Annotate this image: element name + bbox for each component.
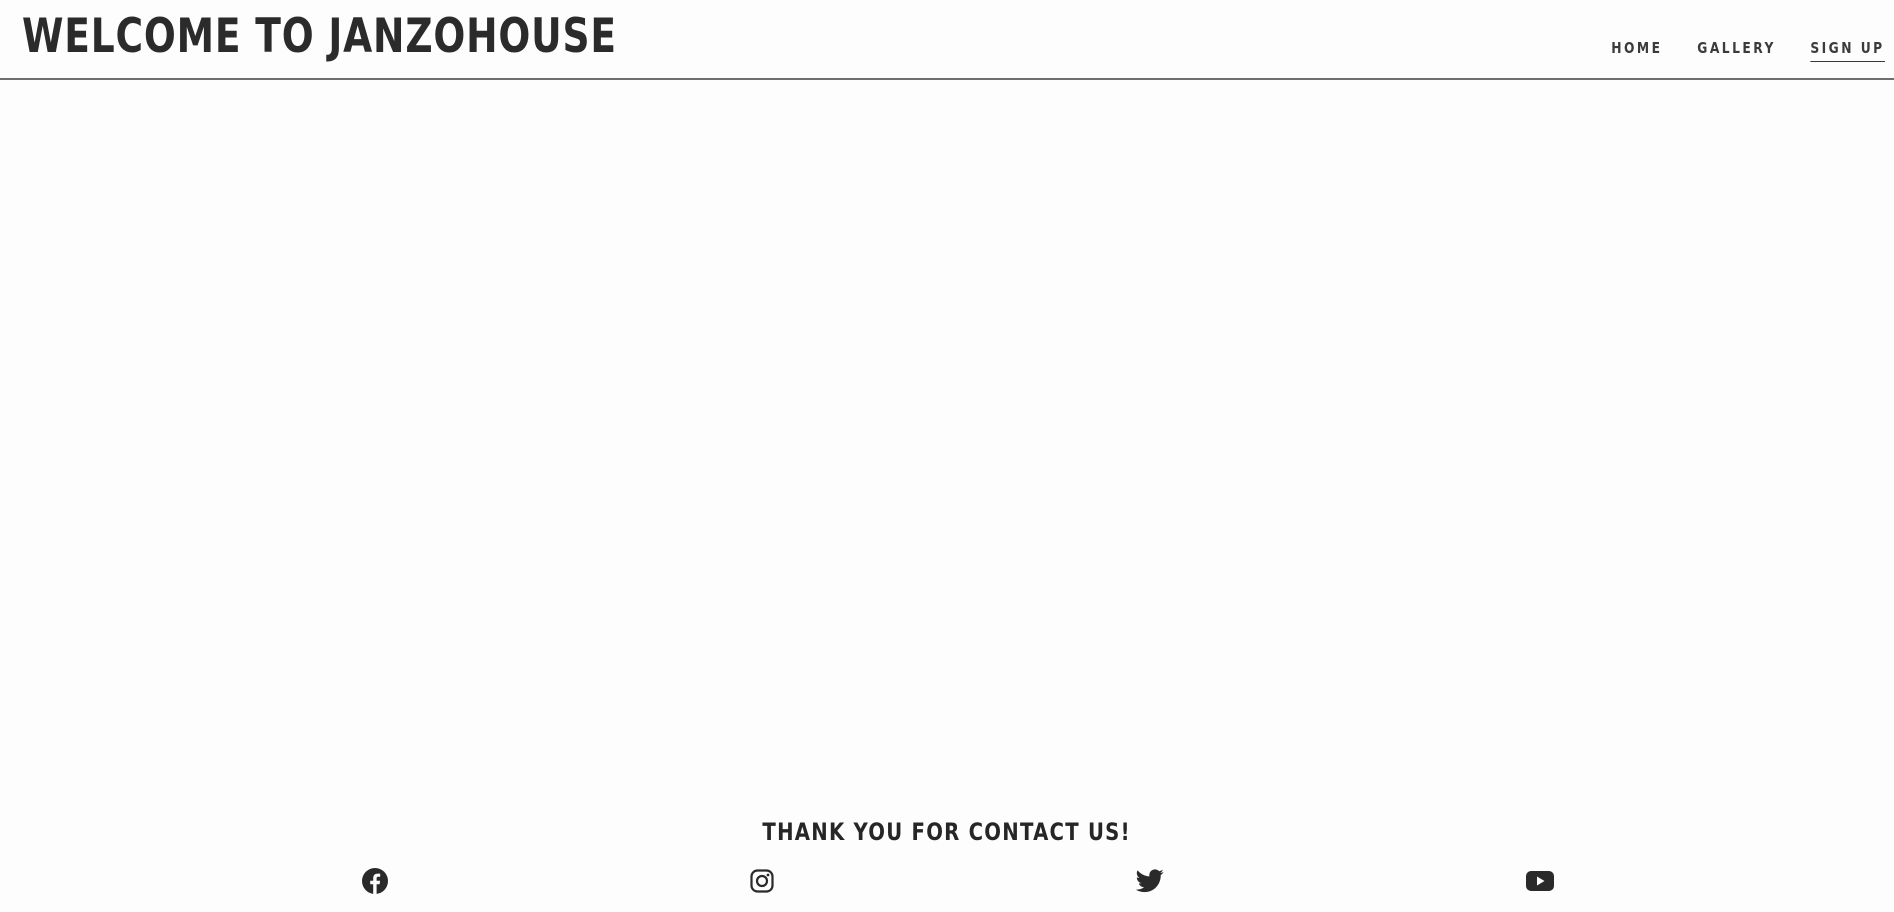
page: WELCOME TO JANZOHOUSE HOME GALLERY SIGN …: [0, 0, 1894, 912]
main-content: [0, 80, 1894, 800]
nav-link-sign-up[interactable]: SIGN UP: [1810, 38, 1885, 62]
main-nav: HOME GALLERY SIGN UP: [1600, 38, 1885, 62]
footer-heading: THANK YOU FOR CONTACT US!: [0, 814, 1894, 850]
instagram-icon: [750, 869, 774, 893]
nav-link-home[interactable]: HOME: [1611, 38, 1662, 62]
nav-link-gallery[interactable]: GALLERY: [1698, 38, 1777, 62]
youtube-icon: [1526, 871, 1554, 891]
instagram-link[interactable]: [747, 866, 777, 896]
facebook-link[interactable]: [360, 866, 390, 896]
youtube-link[interactable]: [1525, 866, 1555, 896]
site-header: WELCOME TO JANZOHOUSE HOME GALLERY SIGN …: [0, 0, 1894, 80]
twitter-link[interactable]: [1135, 866, 1165, 896]
twitter-icon: [1136, 869, 1164, 893]
footer-heading-text: THANK YOU FOR CONTACT US!: [762, 818, 1132, 846]
facebook-icon: [362, 868, 388, 894]
site-title: WELCOME TO JANZOHOUSE: [22, 9, 617, 64]
